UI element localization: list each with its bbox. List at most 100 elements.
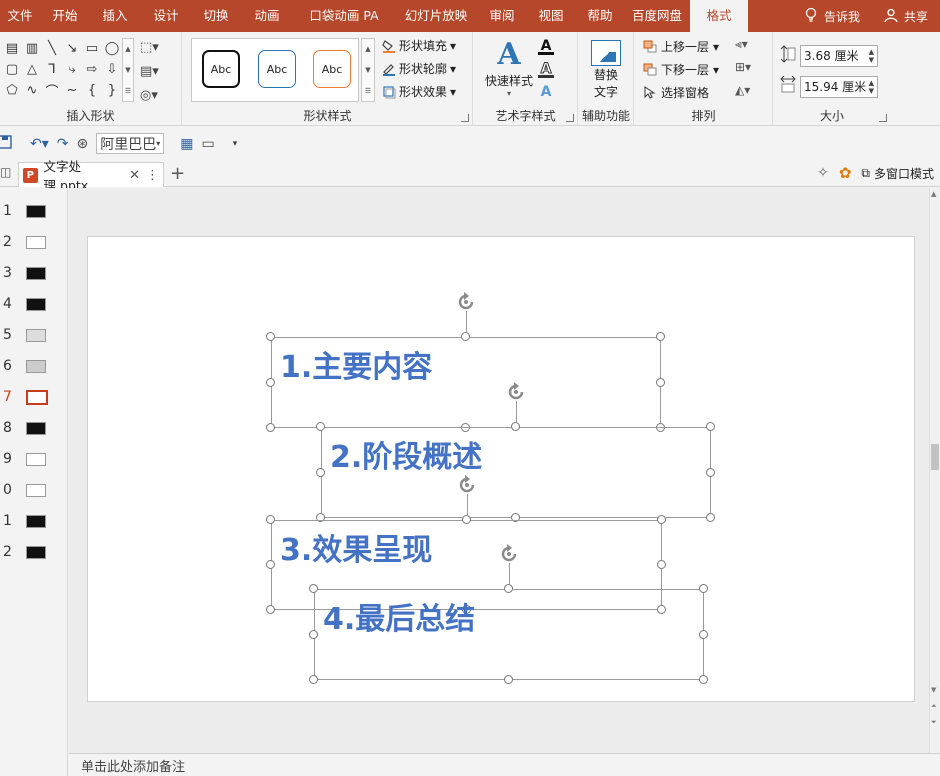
resize-handle[interactable] bbox=[706, 467, 715, 477]
text-effects-icon[interactable]: A bbox=[538, 84, 554, 101]
slide-text-box[interactable]: 4.最后总结 bbox=[314, 589, 704, 680]
undo-icon[interactable]: ↶▾ bbox=[30, 136, 49, 152]
rotate-handle-icon[interactable] bbox=[498, 543, 520, 565]
settings-gear-icon[interactable]: ✿ bbox=[839, 164, 852, 182]
resize-handle[interactable] bbox=[657, 515, 666, 524]
dialog-launcher-icon[interactable] bbox=[566, 114, 574, 122]
resize-handle[interactable] bbox=[706, 513, 715, 522]
style-sample-black[interactable]: Abc bbox=[202, 50, 240, 88]
slide-thumbnail[interactable]: 5 bbox=[0, 325, 68, 345]
rotate-handle-icon[interactable] bbox=[505, 381, 527, 403]
resize-handle[interactable] bbox=[656, 377, 665, 387]
resize-handle[interactable] bbox=[266, 423, 275, 432]
rotate-handle-icon[interactable] bbox=[455, 291, 477, 313]
save-icon[interactable] bbox=[0, 134, 12, 153]
vertical-scrollbar[interactable]: ▲ ▼ ⏶ ⏷ bbox=[929, 188, 940, 753]
scribble-icon[interactable]: ∿ bbox=[22, 80, 42, 101]
arc-icon[interactable]: ⌒ bbox=[42, 80, 62, 101]
menu-tab-view[interactable]: 视图 bbox=[526, 0, 576, 32]
height-input[interactable]: 3.68 厘米 ▲ ▼ bbox=[800, 44, 878, 67]
group-objects-icon[interactable]: ⊞▾ bbox=[735, 60, 751, 79]
scroll-up-icon[interactable]: ▲ bbox=[125, 45, 130, 53]
pin-icon[interactable]: ✧ bbox=[817, 165, 829, 181]
shape-fill-button[interactable]: 形状填充 ▾ bbox=[382, 36, 456, 55]
tell-me-button[interactable]: 告诉我 bbox=[792, 0, 872, 32]
scroll-up-icon[interactable]: ▲ bbox=[365, 45, 370, 53]
more-icon[interactable]: ☰ bbox=[125, 87, 131, 95]
slide-thumbnail-image[interactable] bbox=[26, 452, 46, 466]
menu-tab-home[interactable]: 开始 bbox=[40, 0, 90, 32]
shape-effects-button[interactable]: 形状效果 ▾ bbox=[382, 82, 456, 101]
right-brace-icon[interactable]: } bbox=[102, 80, 122, 101]
menu-tab-animations[interactable]: 动画 bbox=[240, 0, 294, 32]
resize-handle[interactable] bbox=[266, 332, 275, 341]
resize-handle[interactable] bbox=[461, 515, 471, 524]
scroll-down-icon[interactable]: ▼ bbox=[931, 686, 936, 694]
slide-thumbnail[interactable]: 4 bbox=[0, 294, 68, 314]
dialog-launcher-icon[interactable] bbox=[879, 114, 887, 122]
menu-tab-baidu-netdisk[interactable]: 百度网盘 bbox=[624, 0, 690, 32]
bring-forward-button[interactable]: 上移一层 ▾ bbox=[643, 37, 719, 56]
textbox-icon[interactable]: ▤ bbox=[2, 38, 22, 59]
oval-icon[interactable]: ◯ bbox=[102, 38, 122, 59]
shapes-gallery-scroll[interactable]: ▲ ▼ ☰ bbox=[122, 38, 134, 102]
slide-thumbnail[interactable]: 0 bbox=[0, 480, 68, 500]
rectangle-icon[interactable]: ▭ bbox=[82, 38, 102, 59]
resize-handle[interactable] bbox=[266, 605, 275, 614]
previous-slide-icon[interactable]: ⏶ bbox=[931, 702, 937, 711]
rotate-icon[interactable]: ◭▾ bbox=[735, 83, 751, 102]
slide-thumbnail-image[interactable] bbox=[26, 483, 46, 497]
resize-handle[interactable] bbox=[656, 332, 665, 341]
slide-thumbnail-image[interactable] bbox=[26, 359, 46, 373]
down-arrow-icon[interactable]: ⇩ bbox=[102, 59, 122, 80]
width-input[interactable]: 15.94 厘米 ▲ ▼ bbox=[800, 75, 878, 98]
customize-qat-icon[interactable]: ▾ bbox=[233, 139, 238, 149]
right-arrow-icon[interactable]: ⇨ bbox=[82, 59, 102, 80]
curve-icon[interactable]: ∼ bbox=[62, 80, 82, 101]
menu-tab-slideshow[interactable]: 幻灯片放映 bbox=[394, 0, 478, 32]
notes-pane[interactable]: 单击此处添加备注 bbox=[69, 753, 940, 776]
resize-handle[interactable] bbox=[316, 422, 325, 431]
slide-thumbnail-image[interactable] bbox=[26, 204, 46, 218]
align-icon[interactable]: ⫷▾ bbox=[735, 37, 751, 56]
line-icon[interactable]: ╲ bbox=[42, 38, 62, 59]
shape-outline-button[interactable]: 形状轮廓 ▾ bbox=[382, 59, 456, 78]
slide-text-box[interactable]: 1.主要内容 bbox=[271, 337, 661, 428]
layout-icon[interactable]: ▭ bbox=[201, 136, 214, 152]
slide-thumbnail[interactable]: 1 bbox=[0, 201, 68, 221]
tab-history-icon[interactable]: ◫ bbox=[0, 165, 11, 179]
slide-thumbnail-image[interactable] bbox=[26, 266, 46, 280]
resize-handle[interactable] bbox=[461, 332, 470, 341]
menu-tab-pocket-animation[interactable]: 口袋动画 PA bbox=[294, 0, 394, 32]
slide-thumbnail-image[interactable] bbox=[26, 328, 46, 342]
text-box-dropdown-icon[interactable]: ▤▾ bbox=[140, 62, 159, 82]
slide-text-box[interactable]: 2.阶段概述 bbox=[321, 427, 711, 518]
alt-text-button[interactable]: 替换 文字 bbox=[579, 40, 633, 100]
new-tab-button[interactable]: + bbox=[170, 163, 185, 184]
resize-handle[interactable] bbox=[511, 422, 520, 431]
menu-tab-review[interactable]: 审阅 bbox=[478, 0, 526, 32]
slide-thumbnail-image[interactable] bbox=[26, 421, 46, 435]
close-tab-icon[interactable]: ✕ bbox=[129, 168, 140, 183]
font-select[interactable]: 阿里巴巴 ▾ bbox=[96, 133, 165, 154]
slide-thumbnail-image[interactable] bbox=[26, 235, 46, 249]
scroll-up-icon[interactable]: ▲ bbox=[931, 190, 936, 198]
slide-thumbnail[interactable]: 2 bbox=[0, 232, 68, 252]
dialog-launcher-icon[interactable] bbox=[461, 114, 469, 122]
send-backward-button[interactable]: 下移一层 ▾ bbox=[643, 60, 719, 79]
text-fill-icon[interactable]: A bbox=[538, 38, 554, 55]
menu-tab-format[interactable]: 格式 bbox=[690, 0, 748, 32]
slide-thumbnail[interactable]: 3 bbox=[0, 263, 68, 283]
left-brace-icon[interactable]: { bbox=[82, 80, 102, 101]
shape-styles-scroll[interactable]: ▲ ▼ ☰ bbox=[361, 38, 375, 102]
slide-thumbnail-image[interactable] bbox=[26, 297, 46, 311]
resize-handle[interactable] bbox=[316, 467, 325, 477]
document-tab[interactable]: P 文字处理.pptx ✕ ⋮ bbox=[18, 159, 164, 193]
rotate-handle-icon[interactable] bbox=[456, 474, 478, 496]
format-painter-icon[interactable]: ⊛ bbox=[77, 136, 89, 152]
menu-tab-design[interactable]: 设计 bbox=[140, 0, 192, 32]
scroll-down-icon[interactable]: ▼ bbox=[125, 66, 130, 74]
slide-text-box-text[interactable]: 3.效果呈现 bbox=[280, 525, 432, 569]
menu-tab-help[interactable]: 帮助 bbox=[576, 0, 624, 32]
slide-thumbnail[interactable]: 2 bbox=[0, 542, 68, 562]
